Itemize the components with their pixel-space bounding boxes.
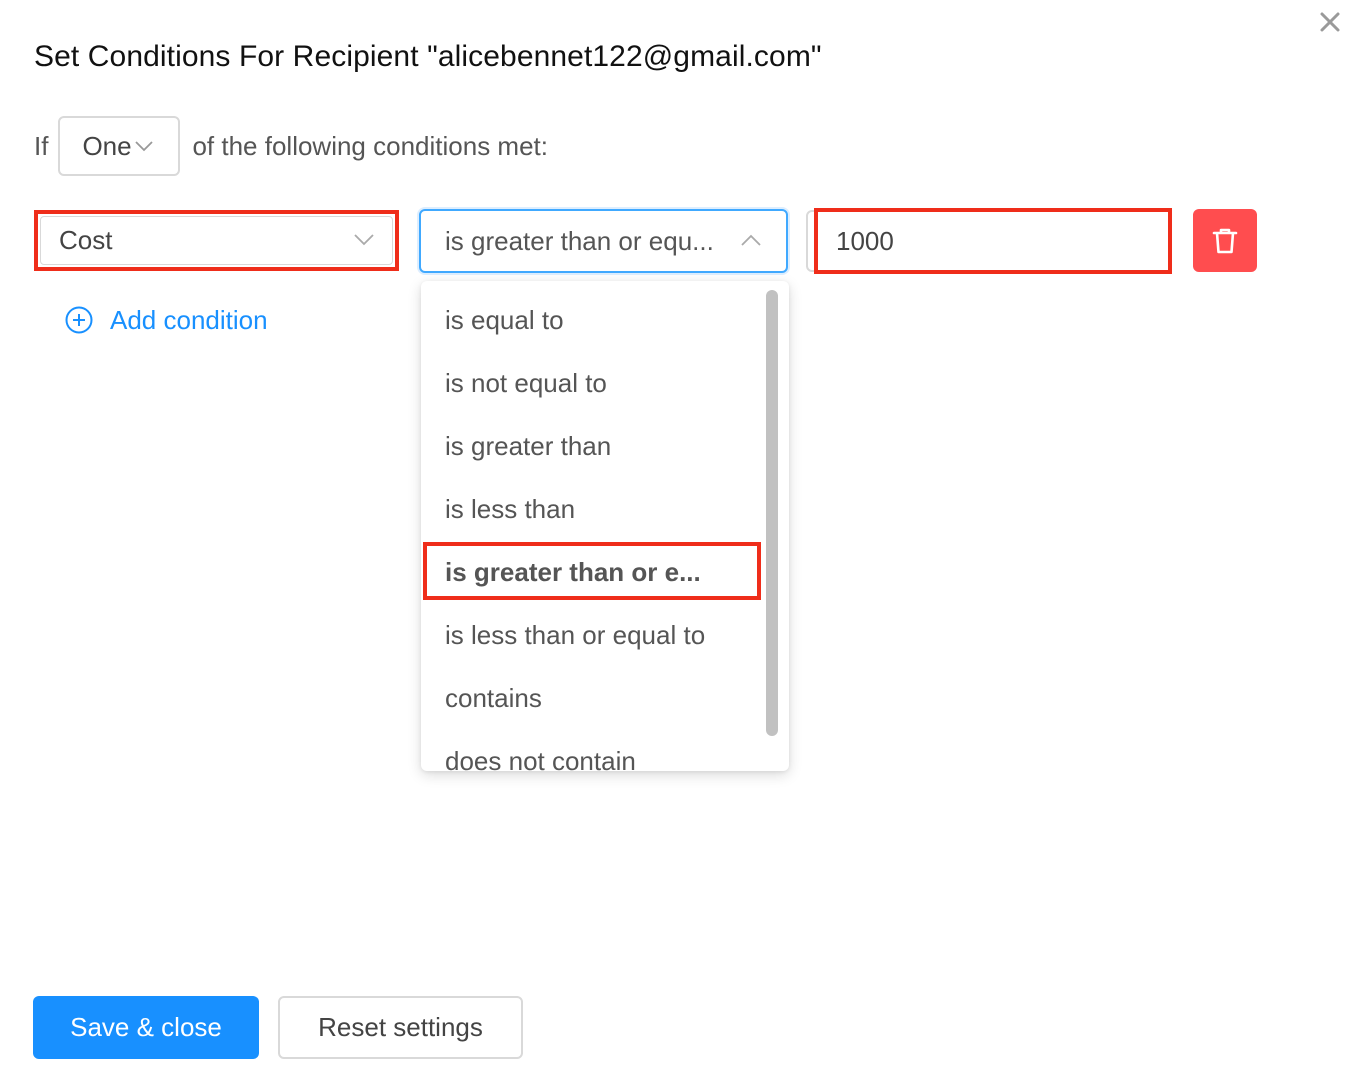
if-label: If bbox=[34, 130, 49, 161]
close-icon[interactable] bbox=[1316, 8, 1344, 36]
operator-option[interactable]: does not contain bbox=[421, 730, 761, 771]
operator-option[interactable]: is less than bbox=[421, 478, 761, 541]
match-type-select[interactable]: One bbox=[58, 116, 181, 176]
chevron-down-icon bbox=[354, 234, 374, 246]
add-condition-button[interactable]: Add condition bbox=[64, 300, 268, 340]
plus-circle-icon bbox=[65, 306, 93, 334]
match-type-value: One bbox=[82, 130, 132, 161]
condition-operator-value: is greater than or equ... bbox=[445, 225, 714, 256]
delete-condition-button[interactable] bbox=[1193, 209, 1257, 272]
chevron-up-icon bbox=[741, 234, 761, 246]
match-suffix-label: of the following conditions met: bbox=[192, 130, 548, 161]
condition-value-wrapper: 1000 bbox=[806, 208, 1172, 274]
condition-value-input[interactable]: 1000 bbox=[814, 208, 1172, 274]
operator-option[interactable]: is equal to bbox=[421, 289, 761, 352]
operator-option[interactable]: is less than or equal to bbox=[421, 604, 761, 667]
operator-option[interactable]: is not equal to bbox=[421, 352, 761, 415]
condition-field-select[interactable]: Cost bbox=[34, 210, 399, 271]
condition-field-value: Cost bbox=[59, 225, 113, 255]
trash-icon bbox=[1212, 228, 1238, 253]
save-close-button[interactable]: Save & close bbox=[33, 996, 259, 1059]
condition-value-text: 1000 bbox=[836, 225, 894, 256]
dropdown-scrollbar[interactable] bbox=[766, 290, 778, 736]
add-condition-label: Add condition bbox=[110, 304, 268, 335]
chevron-down-icon bbox=[134, 141, 153, 152]
dialog-title: Set Conditions For Recipient "alicebenne… bbox=[34, 40, 822, 73]
condition-operator-select[interactable]: is greater than or equ... bbox=[419, 209, 788, 273]
conditions-dialog: Set Conditions For Recipient "alicebenne… bbox=[0, 0, 1359, 1080]
operator-option-selected[interactable]: is greater than or e... bbox=[421, 541, 761, 604]
operator-option[interactable]: contains bbox=[421, 667, 761, 730]
operator-option[interactable]: is greater than bbox=[421, 415, 761, 478]
match-row: If One of the following conditions met: bbox=[34, 115, 548, 177]
reset-settings-button[interactable]: Reset settings bbox=[278, 996, 523, 1059]
operator-options-list: is equal to is not equal to is greater t… bbox=[421, 289, 761, 771]
operator-dropdown-menu: is equal to is not equal to is greater t… bbox=[421, 281, 789, 771]
